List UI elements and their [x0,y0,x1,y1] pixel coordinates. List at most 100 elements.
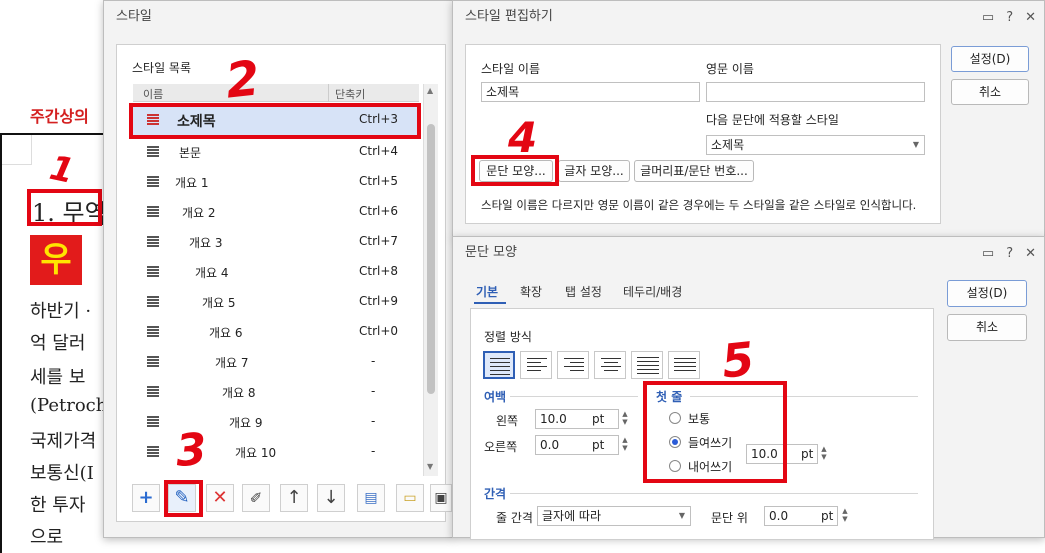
align-center-icon[interactable] [594,351,626,379]
save-style-icon[interactable]: ▣ [430,484,452,512]
style-name: 본문 [179,146,202,160]
para-above-label: 문단 위 [711,511,748,525]
right-margin-input[interactable]: 0.0 pt [535,435,619,455]
align-distribute-icon[interactable] [631,351,663,379]
bullet-numbering-button[interactable]: 글머리표/문단 번호... [634,160,754,182]
para-ok-button[interactable]: 설정(D) [947,280,1027,307]
style-row[interactable]: 개요 7 - [133,348,419,378]
para-cancel-button[interactable]: 취소 [947,314,1027,341]
style-row[interactable]: 개요 3 Ctrl+7 [133,228,419,258]
paragraph-style-icon [147,176,159,188]
help-icon[interactable]: ? [1006,246,1013,261]
style-row[interactable]: 본문 Ctrl+4 [133,138,419,168]
doc-line: 국제가격 [30,431,97,452]
style-row[interactable]: 개요 6 Ctrl+0 [133,318,419,348]
align-left-icon[interactable] [520,351,552,379]
char-shape-button[interactable]: 글자 모양... [558,160,630,182]
stepper-arrows[interactable]: ▲ ▼ [819,445,829,461]
comment-icon[interactable]: ▭ [982,246,994,261]
style-shortcut: Ctrl+7 [359,234,399,248]
move-down-icon[interactable]: ↓ [317,484,345,512]
style-row[interactable]: 개요 8 - [133,378,419,408]
paragraph-style-icon [147,206,159,218]
style-row[interactable]: 개요 4 Ctrl+8 [133,258,419,288]
style-shortcut: - [371,384,376,398]
eng-name-input[interactable] [706,82,925,102]
style-row[interactable]: 개요 1 Ctrl+5 [133,168,419,198]
margin-section-title: 여백 [484,390,507,404]
line-spacing-select[interactable]: 글자에 따라 ▼ [537,506,691,526]
move-up-icon[interactable]: ↑ [280,484,308,512]
annotation-step-4: 4 [508,113,538,162]
paragraph-style-icon [147,326,159,338]
tab-basic[interactable]: 기본 [476,283,498,300]
para-above-input[interactable]: 0.0 pt [764,506,838,526]
highlight-box-doc-title [27,189,102,226]
align-justify-icon[interactable] [483,351,515,379]
col-shortcut-header[interactable]: 단축키 [335,86,365,102]
comment-icon[interactable]: ▭ [982,10,994,25]
paragraph-style-icon [147,296,159,308]
paragraph-style-icon [147,446,159,458]
scroll-down-icon[interactable]: ▼ [427,462,433,471]
doc-line: 한 투자 [30,495,86,516]
right-margin-value: 0.0 [540,438,560,452]
replace-style-icon[interactable]: ✐ [242,484,270,512]
doc-heading: 주간상의 [30,107,89,126]
stepper-arrows[interactable]: ▲ ▼ [840,507,850,523]
para-window-title: 문단 모양 [465,245,517,260]
style-shortcut: Ctrl+6 [359,204,399,218]
tab-tab-settings[interactable]: 탭 설정 [565,283,602,300]
close-icon[interactable]: ✕ [1025,246,1036,261]
style-row[interactable]: 개요 5 Ctrl+9 [133,288,419,318]
delete-style-icon[interactable]: ✕ [206,484,234,512]
align-right-icon[interactable] [557,351,589,379]
style-name: 개요 9 [229,416,263,430]
logo-char: 우 [40,240,72,280]
style-name-note: 스타일 이름은 다르지만 영문 이름이 같은 경우에는 두 스타일을 같은 스타… [481,198,917,212]
style-shortcut: Ctrl+9 [359,294,399,308]
style-list-scrollbar[interactable]: ▲ ▼ [423,84,438,476]
eng-name-label: 영문 이름 [706,62,754,76]
style-list-label: 스타일 목록 [132,61,192,75]
add-style-icon[interactable]: + [132,484,160,512]
highlight-box-selected-style [129,103,421,139]
right-margin-label: 오른쪽 [484,440,518,454]
doc-line: 억 달러 [30,333,86,354]
style-name: 개요 3 [189,236,223,250]
next-style-select[interactable]: 소제목 ▼ [706,135,925,155]
left-margin-input[interactable]: 10.0 pt [535,409,619,429]
scroll-thumb[interactable] [427,124,435,394]
style-name: 개요 8 [222,386,256,400]
next-style-value: 소제목 [711,138,745,152]
tab-extend[interactable]: 확장 [520,283,542,300]
style-shortcut: - [371,444,376,458]
style-shortcut: Ctrl+4 [359,144,399,158]
col-name-header[interactable]: 이름 [143,86,163,102]
divider [510,396,638,397]
style-name-input[interactable]: 소제목 [481,82,700,102]
align-divide-icon[interactable] [668,351,700,379]
doc-line: 하반기 · [30,301,92,322]
unit-label: pt [592,412,605,426]
stepper-arrows[interactable]: ▲ ▼ [620,410,630,426]
edit-ok-button[interactable]: 설정(D) [951,46,1029,72]
stepper-arrows[interactable]: ▲ ▼ [620,436,630,452]
doc-line: 으로 [30,527,64,548]
style-name-label: 스타일 이름 [481,62,541,76]
edit-cancel-button[interactable]: 취소 [951,79,1029,105]
style-row[interactable]: 개요 2 Ctrl+6 [133,198,419,228]
help-icon[interactable]: ? [1006,10,1013,25]
paragraph-style-icon [147,356,159,368]
style-name: 개요 1 [175,176,209,190]
close-icon[interactable]: ✕ [1025,10,1036,25]
divider [510,493,918,494]
para-above-value: 0.0 [769,509,789,523]
open-folder-icon[interactable]: ▭ [396,484,424,512]
import-style-icon[interactable]: ▤ [357,484,385,512]
tab-border-background[interactable]: 테두리/배경 [623,283,682,300]
scroll-up-icon[interactable]: ▲ [427,86,433,95]
unit-label: pt [592,438,605,452]
doc-line: 보통신(I [30,463,94,484]
style-name: 개요 2 [182,206,216,220]
